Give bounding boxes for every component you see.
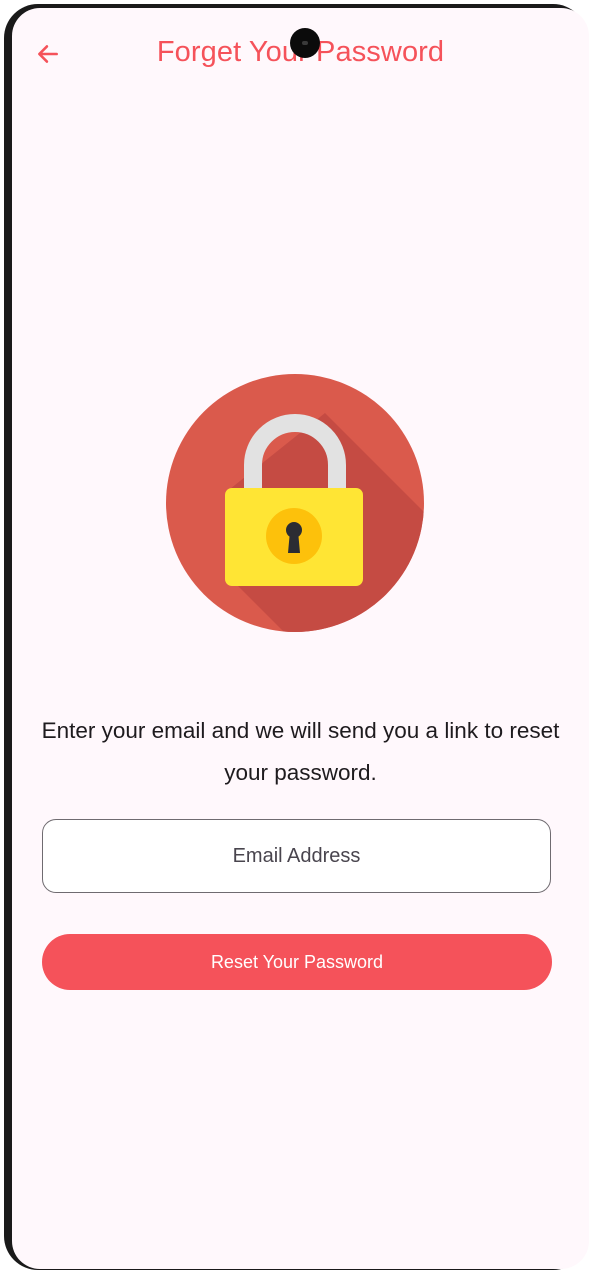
camera-lens (302, 41, 308, 45)
instruction-text: Enter your email and we will send you a … (41, 718, 560, 785)
padlock-illustration (165, 373, 425, 633)
front-camera (290, 28, 320, 58)
email-field[interactable] (42, 819, 551, 893)
app-screen: Forget Your Password Enter your email an… (12, 8, 589, 1269)
reset-password-button[interactable]: Reset Your Password (42, 934, 552, 990)
padlock-icon (166, 374, 424, 632)
reset-password-button-label: Reset Your Password (210, 951, 384, 972)
phone-frame: Forget Your Password Enter your email an… (4, 4, 589, 1270)
email-input[interactable] (43, 843, 550, 869)
